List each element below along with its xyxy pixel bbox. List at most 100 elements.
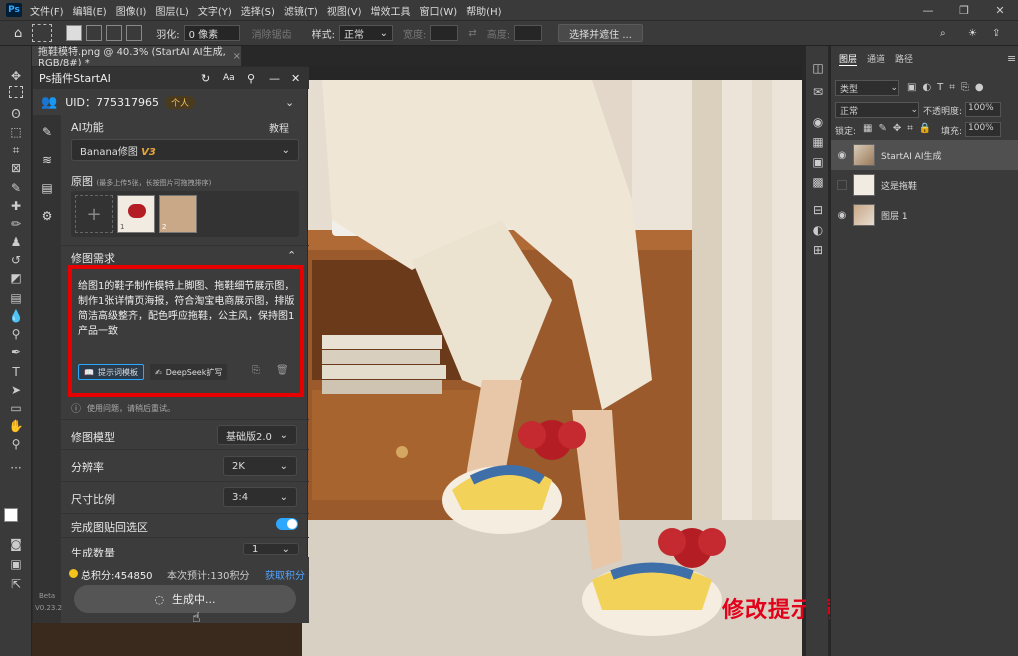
menu-filter[interactable]: 滤镜(T): [284, 3, 318, 18]
settings-gear-icon[interactable]: ⚙: [40, 209, 54, 223]
libraries-icon[interactable]: ⊞: [810, 242, 826, 258]
refresh-icon[interactable]: ↻: [201, 72, 210, 85]
layer-row[interactable]: ◉ 图层 1: [831, 200, 1018, 230]
menu-layer[interactable]: 图层(L): [155, 3, 188, 18]
feather-input[interactable]: 0 像素: [183, 25, 240, 41]
tab-paths[interactable]: 路径: [895, 52, 913, 65]
height-input[interactable]: [514, 25, 543, 41]
comments-icon[interactable]: ✉: [810, 84, 826, 100]
save-prompt-icon[interactable]: ⎘: [252, 365, 260, 376]
delete-icon[interactable]: 🗑: [276, 365, 289, 376]
color-icon[interactable]: ◉: [810, 114, 826, 130]
brush-tool-icon[interactable]: ✏: [8, 216, 24, 232]
layer-filter-select[interactable]: 类型 ⌄: [835, 80, 899, 96]
clone-stamp-icon[interactable]: ♟: [8, 234, 24, 250]
close-panel-icon[interactable]: ✕: [291, 72, 300, 85]
more-tools-icon[interactable]: ···: [8, 460, 24, 476]
crop-tool-icon[interactable]: ⌗: [8, 142, 24, 158]
gradient-tool-icon[interactable]: ▤: [8, 290, 24, 306]
generate-button[interactable]: ◌ 生成中...: [74, 585, 296, 613]
swatches-icon[interactable]: ▦: [810, 134, 826, 150]
quick-select-tool-icon[interactable]: ⬚: [8, 124, 24, 140]
eyedropper-tool-icon[interactable]: ✎: [8, 180, 24, 196]
layer-row[interactable]: ◉ StartAI AI生成: [831, 140, 1018, 170]
rectangle-tool-icon[interactable]: ▭: [8, 400, 24, 416]
swap-icon[interactable]: ⇄: [468, 28, 476, 39]
font-size-icon[interactable]: Aa: [223, 73, 235, 83]
share-screen-icon[interactable]: ⇱: [8, 576, 24, 592]
menu-file[interactable]: 文件(F): [30, 3, 64, 18]
document-icon[interactable]: ▤: [40, 181, 54, 195]
paste-back-toggle[interactable]: [276, 518, 298, 530]
edit-icon[interactable]: ✎: [40, 125, 54, 139]
adjustments-icon[interactable]: ◐: [810, 222, 826, 238]
menu-select[interactable]: 选择(S): [241, 3, 275, 18]
menu-type[interactable]: 文字(Y): [198, 3, 232, 18]
opacity-input[interactable]: 100%: [965, 102, 1001, 117]
layers-stack-icon[interactable]: ≋: [40, 153, 54, 167]
menu-view[interactable]: 视图(V): [327, 3, 362, 18]
tab-layers[interactable]: 图层: [839, 52, 858, 66]
properties-icon[interactable]: ⊟: [810, 202, 826, 218]
pen-tool-icon[interactable]: ✒: [8, 344, 24, 360]
close-icon[interactable]: ✕: [982, 0, 1018, 20]
photoshop-logo-icon[interactable]: Ps: [6, 3, 22, 17]
resolution-select[interactable]: 2K ⌄: [223, 456, 297, 476]
menu-window[interactable]: 窗口(W): [419, 3, 457, 18]
menu-image[interactable]: 图像(I): [116, 3, 147, 18]
tutorial-link[interactable]: 教程: [269, 120, 289, 135]
screen-mode-icon[interactable]: ▣: [8, 556, 24, 572]
source-thumbnail-2[interactable]: 2: [159, 195, 197, 233]
ai-model-select[interactable]: Banana修图 V3 ⌄: [71, 139, 299, 161]
marquee-tool-preset-icon[interactable]: [32, 24, 53, 42]
zoom-tool-icon[interactable]: ⚲: [8, 436, 24, 452]
intersect-selection-icon[interactable]: [126, 25, 143, 41]
new-selection-icon[interactable]: [66, 25, 83, 41]
healing-brush-icon[interactable]: ✚: [8, 198, 24, 214]
tab-channels[interactable]: 通道: [867, 52, 885, 65]
prompt-editor[interactable]: 给图1的鞋子制作模特上脚图、拖鞋细节展示图，制作1张详情页海报，符合淘宝电商展示…: [68, 265, 304, 397]
blend-mode-select[interactable]: 正常 ⌄: [835, 102, 919, 118]
minimize-icon[interactable]: —: [910, 0, 946, 20]
prompt-template-button[interactable]: 📖 提示词模板: [78, 364, 144, 380]
search-icon[interactable]: ⌕: [940, 28, 946, 39]
layer-filter-icons[interactable]: ▣◐T⌗⎘●: [907, 82, 990, 93]
maximize-icon[interactable]: ❐: [946, 0, 982, 20]
history-brush-icon[interactable]: ↺: [8, 252, 24, 268]
menu-help[interactable]: 帮助(H): [466, 3, 501, 18]
chevron-down-icon[interactable]: ⌄: [285, 96, 294, 109]
select-and-mask-button[interactable]: 选择并遮住 ...: [558, 24, 643, 42]
lock-icons[interactable]: ▦✎✥⌗🔒: [863, 123, 937, 134]
visibility-eye-icon[interactable]: ◉: [831, 210, 853, 221]
ratio-select[interactable]: 3:4 ⌄: [223, 487, 297, 507]
frame-tool-icon[interactable]: ⊠: [8, 160, 24, 176]
type-tool-icon[interactable]: T: [8, 364, 24, 380]
marquee-tool-icon[interactable]: [9, 86, 23, 98]
subtract-selection-icon[interactable]: [106, 25, 123, 41]
home-icon[interactable]: ⌂: [14, 26, 22, 41]
model-select[interactable]: 基础版2.0 ⌄: [217, 425, 297, 445]
blur-tool-icon[interactable]: 💧: [8, 308, 24, 324]
deepseek-expand-button[interactable]: ✍ DeepSeek扩写: [150, 364, 228, 380]
add-image-button[interactable]: +: [75, 195, 113, 233]
quick-mask-icon[interactable]: ◙: [8, 536, 24, 552]
prompt-textarea[interactable]: 给图1的鞋子制作模特上脚图、拖鞋细节展示图，制作1张详情页海报，符合淘宝电商展示…: [78, 279, 296, 339]
minimize-panel-icon[interactable]: —: [269, 72, 280, 85]
menu-edit[interactable]: 编辑(E): [73, 3, 107, 18]
fill-input[interactable]: 100%: [965, 122, 1001, 137]
get-points-link[interactable]: 获取积分: [265, 567, 305, 582]
lightbulb-icon[interactable]: ☀: [968, 28, 977, 39]
layer-row[interactable]: 这是拖鞋: [831, 170, 1018, 200]
pin-icon[interactable]: ⚲: [247, 72, 255, 85]
history-icon[interactable]: ◫: [810, 60, 826, 76]
chevron-up-icon[interactable]: ⌃: [287, 249, 296, 262]
close-tab-icon[interactable]: ×: [233, 51, 241, 62]
width-input[interactable]: [430, 25, 459, 41]
path-select-icon[interactable]: ➤: [8, 382, 24, 398]
count-select[interactable]: 1 ⌄: [243, 543, 299, 555]
foreground-color-swatch[interactable]: [4, 508, 18, 522]
visibility-eye-icon[interactable]: ◉: [831, 150, 853, 161]
lasso-tool-icon[interactable]: ʘ: [8, 106, 24, 122]
hand-tool-icon[interactable]: ✋: [8, 418, 24, 434]
antialias-checkbox[interactable]: 消除锯齿: [252, 26, 292, 41]
